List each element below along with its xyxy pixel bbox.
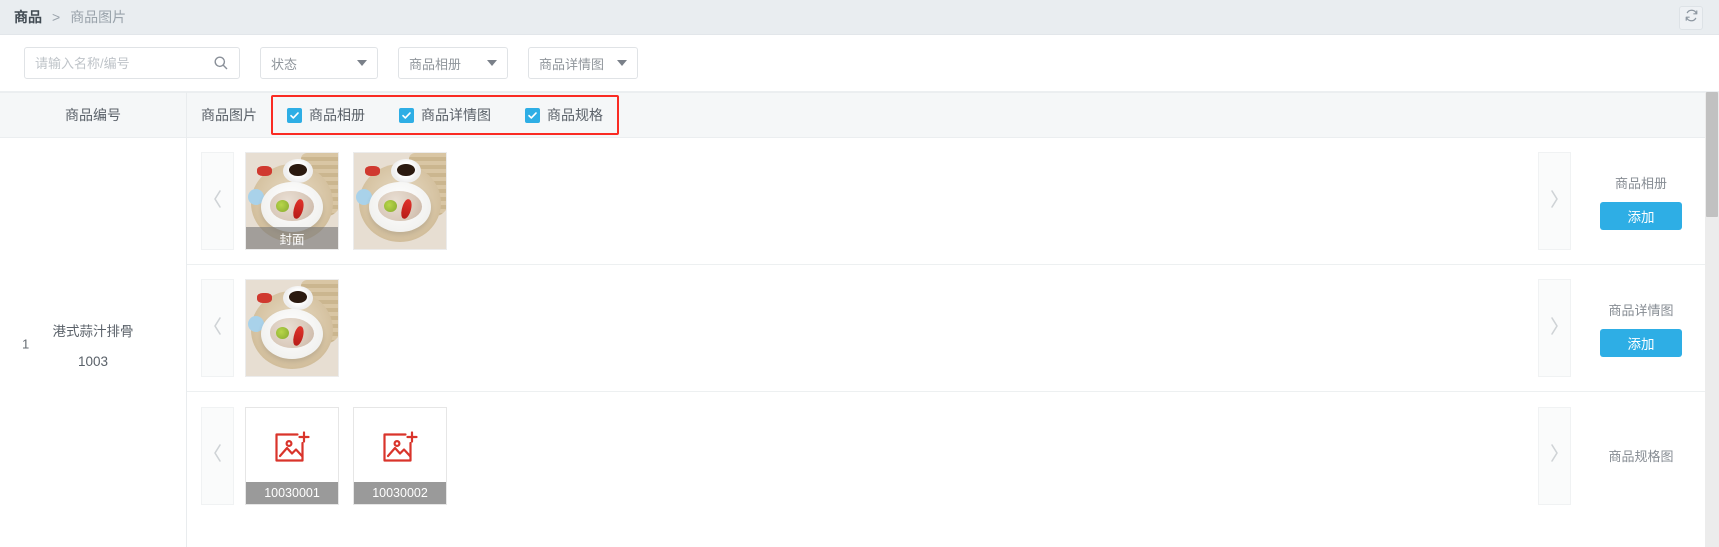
table-header: 商品编号 商品图片 商品相册 商品详情图 商品规格 (0, 92, 1719, 138)
search-icon[interactable] (213, 55, 229, 71)
detail-panel: 商品详情图 添加 (1571, 300, 1719, 357)
filter-bar: 状态 商品相册 商品详情图 (0, 35, 1719, 92)
checkbox-spec-label: 商品规格 (547, 107, 603, 123)
product-code: 1003 (77, 353, 109, 369)
gallery-row-spec: 10030001 10030002 商品规格图 (187, 392, 1719, 519)
thumbnail-image[interactable] (353, 152, 447, 250)
gallery-row-detail: 商品详情图 添加 (187, 265, 1719, 392)
detail-image-select-label: 商品详情图 (539, 56, 605, 72)
thumbnail-caption: 封面 (246, 227, 338, 249)
album-select[interactable]: 商品相册 (398, 47, 508, 79)
album-select-label: 商品相册 (409, 56, 462, 72)
spec-next-button[interactable] (1538, 406, 1571, 505)
detail-prev-button[interactable] (201, 279, 234, 377)
column-header-images: 商品图片 商品相册 商品详情图 商品规格 (187, 92, 1719, 138)
product-name: 港式蒜汁排骨 (52, 323, 134, 339)
spec-panel-label: 商品规格图 (1608, 449, 1674, 464)
album-panel: 商品相册 添加 (1571, 173, 1719, 230)
chevron-down-icon (617, 60, 627, 66)
app-root: 商品 > 商品图片 状态 (0, 0, 1719, 547)
album-thumbs: 封面 (245, 152, 1538, 250)
spec-thumbs: 10030001 10030002 (245, 406, 1538, 505)
detail-add-button[interactable]: 添加 (1600, 328, 1682, 357)
album-next-button[interactable] (1538, 152, 1571, 250)
breadcrumb-root[interactable]: 商品 (14, 7, 42, 27)
add-image-placeholder[interactable]: 10030002 (353, 406, 447, 505)
product-photo (354, 153, 446, 249)
chevron-right-icon (1547, 440, 1562, 471)
checkmark-icon (287, 107, 302, 123)
spec-prev-button[interactable] (201, 406, 234, 505)
detail-thumbs (245, 279, 1538, 377)
breadcrumb: 商品 > 商品图片 (0, 0, 1719, 35)
checkbox-album[interactable]: 商品相册 (287, 105, 365, 125)
checkbox-detail[interactable]: 商品详情图 (399, 105, 491, 125)
detail-panel-label: 商品详情图 (1608, 302, 1674, 318)
checkmark-icon (399, 107, 414, 123)
product-photo (246, 280, 338, 376)
breadcrumb-separator-icon: > (52, 9, 61, 25)
chevron-left-icon (210, 440, 225, 471)
chevron-down-icon (487, 60, 497, 66)
thumbnail-caption: 10030001 (246, 481, 338, 504)
album-panel-label: 商品相册 (1614, 175, 1667, 191)
status-select[interactable]: 状态 (260, 47, 378, 79)
gallery-column: 封面 商品相册 添加 商品详情图 添加 10030001 10030002 商品… (187, 138, 1719, 547)
checkbox-spec[interactable]: 商品规格 (525, 105, 603, 125)
album-prev-button[interactable] (201, 152, 234, 250)
status-select-label: 状态 (271, 56, 298, 72)
thumbnail-image[interactable] (245, 279, 339, 377)
chevron-right-icon (1547, 186, 1562, 217)
table-body: 1 港式蒜汁排骨 1003 封面 商品相册 添加 商品详情图 添加 100300… (0, 138, 1719, 547)
table-row-code-cell: 1 港式蒜汁排骨 1003 (0, 138, 187, 547)
thumbnail-image[interactable]: 封面 (245, 152, 339, 250)
refresh-icon (1684, 8, 1699, 28)
vertical-scrollbar[interactable] (1705, 92, 1719, 547)
add-image-icon (381, 431, 419, 469)
chevron-down-icon (357, 60, 367, 66)
gallery-row-album: 封面 商品相册 添加 (187, 138, 1719, 265)
chevron-left-icon (210, 186, 225, 217)
search-input-wrapper[interactable] (24, 47, 240, 79)
thumbnail-caption: 10030002 (354, 481, 446, 504)
checkbox-album-label: 商品相册 (309, 107, 365, 123)
detail-image-select[interactable]: 商品详情图 (528, 47, 638, 79)
row-index: 1 (22, 336, 30, 352)
breadcrumb-current: 商品图片 (70, 9, 127, 25)
album-add-button[interactable]: 添加 (1600, 201, 1682, 230)
spec-panel: 商品规格图 (1571, 446, 1719, 465)
chevron-right-icon (1547, 313, 1562, 344)
image-type-checkbox-group: 商品相册 商品详情图 商品规格 (271, 95, 619, 135)
search-input[interactable] (35, 55, 213, 71)
refresh-button[interactable] (1679, 6, 1703, 30)
detail-next-button[interactable] (1538, 279, 1571, 377)
chevron-left-icon (210, 313, 225, 344)
add-image-icon (273, 431, 311, 469)
column-header-images-label: 商品图片 (201, 107, 257, 123)
add-image-placeholder[interactable]: 10030001 (245, 406, 339, 505)
product-meta: 港式蒜汁排骨 1003 (53, 320, 134, 369)
checkbox-detail-label: 商品详情图 (421, 107, 491, 123)
column-header-code: 商品编号 (0, 92, 187, 138)
scrollbar-thumb[interactable] (1706, 92, 1718, 217)
checkmark-icon (525, 107, 540, 123)
